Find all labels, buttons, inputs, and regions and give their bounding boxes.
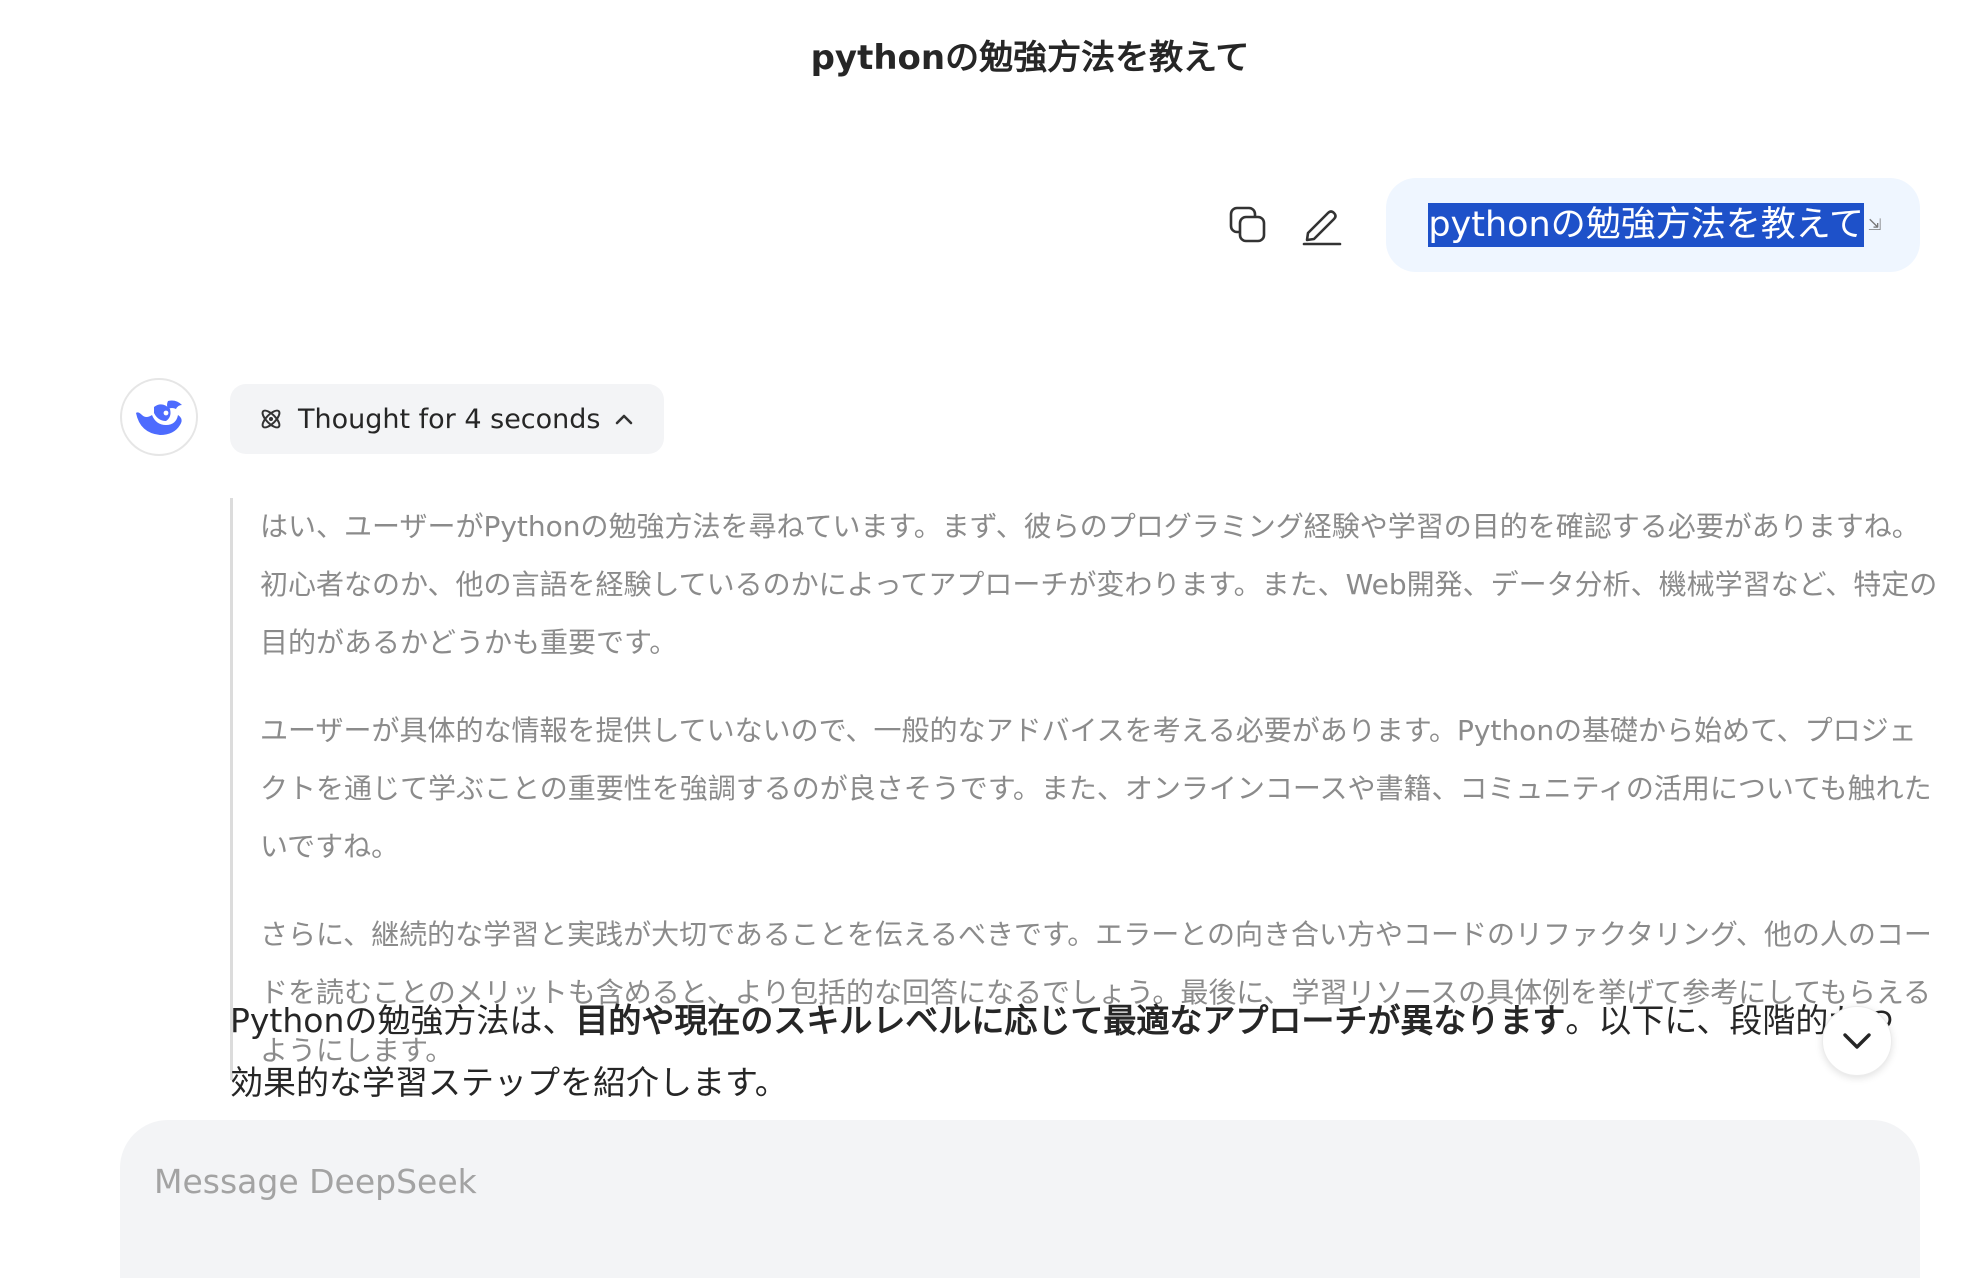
user-message-bubble[interactable]: pythonの勉強方法を教えて ⇲: [1386, 178, 1920, 272]
answer-bold: 目的や現在のスキルレベルに応じて最適なアプローチが異なります: [575, 1001, 1566, 1040]
thinking-paragraph: ユーザーが具体的な情報を提供していないので、一般的なアドバイスを考える必要があり…: [260, 714, 1932, 863]
answer-paragraph: Pythonの勉強方法は、目的や現在のスキルレベルに応じて最適なアプローチが異な…: [230, 990, 1910, 1114]
scroll-to-bottom-button[interactable]: [1822, 1006, 1892, 1076]
thinking-paragraph: はい、ユーザーがPythonの勉強方法を尋ねています。まず、彼らのプログラミング…: [260, 510, 1938, 659]
message-input[interactable]: [152, 1160, 1856, 1224]
message-composer: [120, 1120, 1920, 1278]
chevron-up-icon: [616, 414, 633, 425]
copy-icon: [1230, 206, 1266, 243]
mouse-cursor-icon: ⇲: [1868, 215, 1882, 234]
chat-page: pythonの勉強方法を教えて pythonの勉強方法を教えて ⇲ Though…: [0, 0, 1980, 1278]
user-message-text: pythonの勉強方法を教えて: [1428, 203, 1864, 247]
edit-button[interactable]: [1300, 203, 1344, 247]
user-message-row: pythonの勉強方法を教えて ⇲: [1226, 178, 1920, 272]
chat-title: pythonの勉強方法を教えて: [810, 38, 1250, 78]
message-actions: [1226, 203, 1344, 247]
thought-label: Thought for 4 seconds: [298, 403, 601, 435]
assistant-answer: Pythonの勉強方法は、目的や現在のスキルレベルに応じて最適なアプローチが異な…: [230, 990, 1910, 1114]
deepseek-whale-logo-icon: [136, 400, 182, 435]
assistant-avatar: [120, 378, 198, 456]
atom-icon: [261, 409, 281, 429]
edit-icon: [1303, 210, 1342, 246]
chevron-down-icon: [1843, 1033, 1871, 1049]
copy-button[interactable]: [1226, 203, 1270, 247]
answer-prefix: Pythonの勉強方法は、: [230, 1001, 576, 1040]
thought-toggle-button[interactable]: Thought for 4 seconds: [230, 384, 665, 454]
